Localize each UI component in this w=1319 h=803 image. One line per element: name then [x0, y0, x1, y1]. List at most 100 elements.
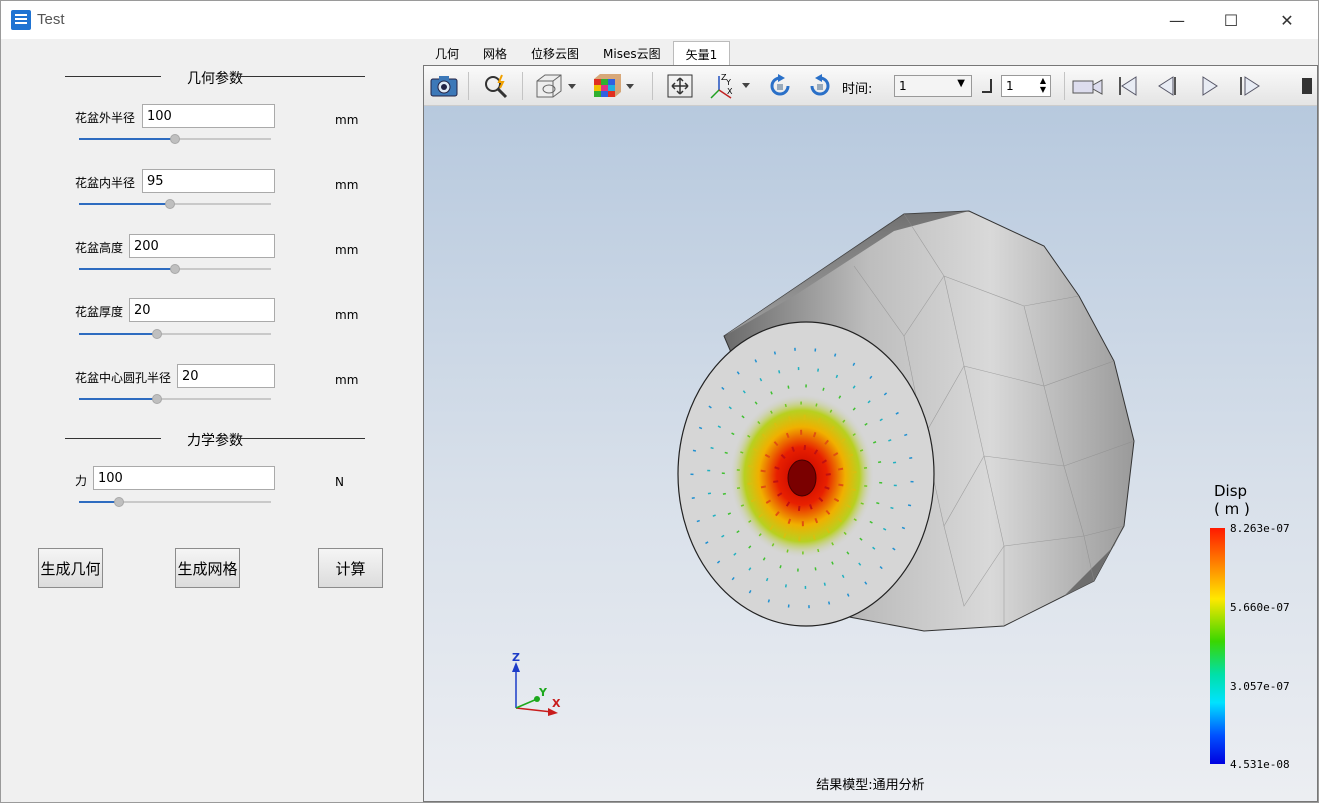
spin-arrows-icon[interactable]: ▲ ▼ [1040, 76, 1046, 94]
result-model: Z Y X [512, 210, 1135, 716]
next-frame-icon[interactable] [1234, 71, 1266, 101]
slider-thumb[interactable] [165, 199, 175, 209]
mechanics-section-title: 力学参数 [187, 433, 243, 449]
minimize-button[interactable]: — [1149, 1, 1205, 39]
first-frame-icon[interactable] [1112, 71, 1144, 101]
vector-arrow [770, 391, 773, 395]
time-select-value: 1 [899, 79, 907, 93]
vector-arrow [822, 387, 825, 391]
result-model-label: 结果模型:通用分析 [816, 778, 925, 793]
vector-arrow [872, 441, 877, 444]
height-input[interactable] [129, 234, 275, 258]
time-select[interactable]: 1 ▼ [894, 75, 972, 97]
thickness-slider[interactable] [79, 327, 271, 341]
slider-thumb[interactable] [152, 329, 162, 339]
vector-arrow [814, 567, 817, 571]
step-spinbox[interactable]: 1 ▲ ▼ [1001, 75, 1051, 97]
close-button[interactable]: ✕ [1259, 1, 1315, 39]
time-label: 时间: [842, 82, 873, 97]
play-icon[interactable] [1194, 71, 1226, 101]
thickness-input[interactable] [129, 298, 275, 322]
svg-text:X: X [727, 87, 733, 96]
tab-mesh[interactable]: 网格 [471, 41, 519, 65]
tab-vector[interactable]: 矢量1 [672, 41, 731, 65]
slider-thumb[interactable] [170, 264, 180, 274]
vector-arrow [784, 403, 787, 408]
vector-arrow [838, 483, 844, 487]
video-icon[interactable] [1070, 71, 1106, 101]
svg-text:Y: Y [725, 78, 731, 87]
slider-thumb[interactable] [170, 134, 180, 144]
vector-arrow [831, 561, 834, 565]
vector-arrow [815, 403, 818, 407]
maximize-button[interactable]: ☐ [1203, 1, 1259, 39]
vector-arrow [786, 549, 789, 553]
inner-radius-unit: mm [335, 178, 359, 192]
center-hole [787, 459, 817, 497]
axis-y-label: Y [538, 686, 548, 699]
legend-value-2: 5.660e-07 [1230, 601, 1290, 614]
outer-radius-slider[interactable] [79, 132, 271, 146]
chevron-down-icon: ▼ [957, 78, 965, 89]
3d-viewer: ZYX 时间: 1 ▼ 1 ▲ ▼ Z Y X Disp (m) 8.263… [423, 65, 1318, 802]
vector-arrow [740, 504, 745, 507]
parameter-panel: 几何参数 花盆外半径 mm 花盆内半径 mm 花盆高度 mm 花盆厚度 mm [1, 39, 421, 802]
tab-geometry[interactable]: 几何 [423, 41, 471, 65]
center-hole-radius-unit: mm [335, 373, 359, 387]
height-label: 花盆高度 [75, 241, 124, 255]
camera-icon[interactable] [428, 71, 460, 101]
slider-thumb[interactable] [114, 497, 124, 507]
center-hole-radius-slider[interactable] [79, 392, 271, 406]
axis-triad: Z Y X [512, 651, 561, 716]
app-icon [11, 10, 31, 30]
zoom-icon[interactable] [480, 71, 512, 101]
force-slider[interactable] [79, 495, 271, 509]
vector-arrow [778, 370, 781, 374]
app-window: Test — ☐ ✕ 几何参数 花盆外半径 mm 花盆内半径 mm 花盆高度 m… [0, 0, 1319, 803]
vector-arrow [724, 451, 728, 454]
vector-arrow [765, 577, 769, 582]
outer-radius-input[interactable] [142, 104, 275, 128]
title-bar: Test — ☐ ✕ [1, 1, 1318, 39]
vector-arrow [767, 599, 771, 603]
vector-arrow [696, 519, 700, 523]
results-panel: 几何 网格 位移云图 Mises云图 矢量1 Z Y X 时间: 1 ▼ 1 ▲… [423, 39, 1318, 802]
rotate-cw-icon[interactable] [764, 71, 796, 101]
axes-icon[interactable]: ZYX [706, 71, 752, 101]
thickness-label: 花盆厚度 [75, 305, 124, 319]
vector-arrow [784, 584, 787, 588]
inner-radius-input[interactable] [142, 169, 275, 193]
force-input[interactable] [93, 466, 275, 490]
force-unit: N [335, 475, 344, 489]
outer-radius-unit: mm [335, 113, 359, 127]
inner-radius-slider[interactable] [79, 197, 271, 211]
height-slider[interactable] [79, 262, 271, 276]
tab-mises[interactable]: Mises云图 [591, 41, 673, 65]
fit-view-icon[interactable] [664, 71, 696, 101]
generate-mesh-button[interactable]: 生成网格 [175, 548, 240, 588]
tab-displacement[interactable]: 位移云图 [519, 41, 591, 65]
step-icon [982, 79, 992, 93]
vector-arrow [827, 601, 831, 605]
compute-button[interactable]: 计算 [318, 548, 383, 588]
vector-arrow [878, 461, 882, 464]
viewer-toolbar: ZYX 时间: 1 ▼ 1 ▲ ▼ [424, 66, 1317, 106]
vector-arrow [779, 565, 782, 569]
vector-arrow [760, 469, 766, 473]
vector-arrow [825, 473, 831, 476]
force-label: 力 [75, 474, 88, 488]
color-cube-icon[interactable] [590, 71, 636, 101]
axis-z-label: Z [512, 651, 520, 664]
rotate-ccw-icon[interactable] [804, 71, 836, 101]
prev-frame-icon[interactable] [1152, 71, 1184, 101]
vector-arrow [788, 416, 792, 422]
slider-thumb[interactable] [152, 394, 162, 404]
vector-arrow [797, 505, 801, 511]
window-title: Test [37, 11, 65, 28]
center-hole-radius-input[interactable] [177, 364, 275, 388]
vector-arrow [888, 439, 892, 442]
generate-geometry-button[interactable]: 生成几何 [38, 548, 103, 588]
legend-value-min: 4.531e-08 [1230, 758, 1290, 771]
toolbar-overflow-icon[interactable] [1302, 78, 1312, 94]
view-mode-icon[interactable] [532, 71, 578, 101]
